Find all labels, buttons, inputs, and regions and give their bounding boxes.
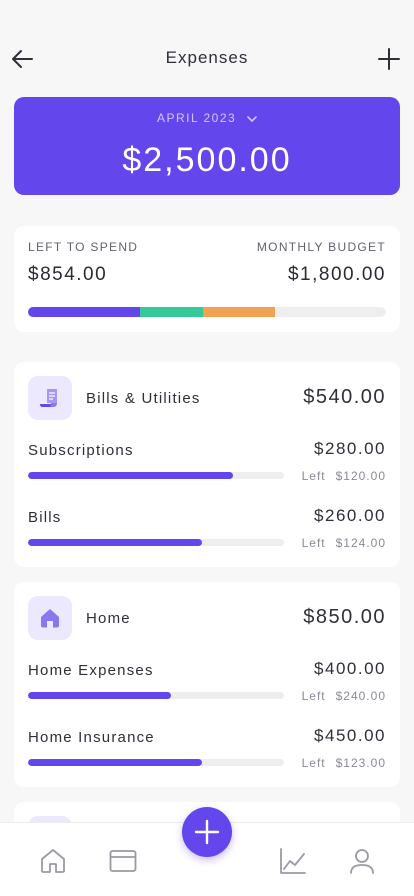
- subcategory-amount: $280.00: [314, 439, 386, 458]
- subcategory-progress-track: [28, 759, 284, 766]
- left-word: Left: [301, 689, 326, 703]
- subcategory-name: Home Expenses: [28, 662, 154, 679]
- subcategory-row[interactable]: Bills $260.00 Left $124.00: [28, 506, 386, 569]
- month-selector[interactable]: APRIL 2023: [14, 111, 400, 125]
- left-to-spend-label: LEFT TO SPEND: [28, 240, 139, 254]
- subcategory-left: Left $123.00: [302, 756, 386, 770]
- category-card-home[interactable]: Home $850.00 Home Expenses $400.00 Left $…: [14, 582, 400, 787]
- subcategory-amount: $450.00: [314, 726, 386, 745]
- category-name: Home: [86, 610, 131, 627]
- subcategory-row[interactable]: Home Insurance $450.00 Left $123.00: [28, 726, 386, 789]
- left-amount: $124.00: [335, 536, 386, 550]
- subcategory-progress-track: [28, 692, 284, 699]
- left-amount: $240.00: [335, 689, 386, 703]
- receipt-icon: [40, 389, 57, 407]
- left-to-spend-value: $854.00: [28, 264, 108, 285]
- budget-segment-3: [202, 307, 276, 317]
- subcategory-progress-track: [28, 472, 284, 479]
- house-icon: [41, 609, 59, 628]
- left-amount: $120.00: [335, 469, 386, 483]
- subcategory-row[interactable]: Subscriptions $280.00 Left $120.00: [28, 439, 386, 502]
- category-icon-box: [28, 596, 72, 640]
- total-expenses-card: APRIL 2023 $2,500.00: [14, 97, 400, 195]
- budget-progress-bar: [28, 307, 386, 317]
- total-amount: $2,500.00: [122, 141, 292, 179]
- subcategory-amount: $400.00: [314, 659, 386, 678]
- subcategory-name: Home Insurance: [28, 729, 155, 746]
- subcategory-progress-fill: [28, 539, 203, 546]
- add-expense-button[interactable]: [182, 807, 232, 857]
- subcategory-left: Left $120.00: [302, 469, 386, 483]
- plus-icon: [194, 819, 220, 845]
- subcategory-amount: $260.00: [314, 506, 386, 525]
- category-total: $540.00: [303, 386, 386, 408]
- category-card-bills[interactable]: Bills & Utilities $540.00 Subscriptions …: [14, 362, 400, 567]
- category-total: $850.00: [303, 606, 386, 628]
- profile-icon[interactable]: [348, 847, 376, 875]
- add-icon[interactable]: [376, 46, 402, 72]
- budget-segment-1: [28, 307, 140, 317]
- category-name: Bills & Utilities: [86, 390, 201, 407]
- subcategory-name: Subscriptions: [28, 442, 134, 459]
- subcategory-name: Bills: [28, 509, 62, 526]
- subcategory-left: Left $240.00: [302, 689, 386, 703]
- left-word: Left: [301, 469, 326, 483]
- left-amount: $123.00: [335, 756, 386, 770]
- chart-icon[interactable]: [279, 847, 307, 875]
- subcategory-progress-fill: [28, 759, 203, 766]
- subcategory-left: Left $124.00: [302, 536, 386, 550]
- month-label: APRIL 2023: [156, 111, 237, 125]
- subcategory-progress-fill: [28, 692, 172, 699]
- subcategory-row[interactable]: Home Expenses $400.00 Left $240.00: [28, 659, 386, 722]
- top-bar: Expenses: [0, 40, 414, 76]
- page-title: Expenses: [165, 48, 249, 67]
- category-icon-box: [28, 376, 72, 420]
- card-icon[interactable]: [109, 847, 137, 875]
- chevron-down-icon: [247, 116, 257, 122]
- budget-segment-2: [139, 307, 203, 317]
- monthly-budget-label: MONTHLY BUDGET: [256, 240, 386, 254]
- subcategory-progress-fill: [28, 472, 233, 479]
- home-icon[interactable]: [39, 847, 67, 875]
- subcategory-progress-track: [28, 539, 284, 546]
- left-word: Left: [301, 756, 326, 770]
- monthly-budget-value: $1,800.00: [287, 264, 386, 285]
- budget-summary-card: LEFT TO SPEND MONTHLY BUDGET $854.00 $1,…: [14, 226, 400, 332]
- left-word: Left: [301, 536, 326, 550]
